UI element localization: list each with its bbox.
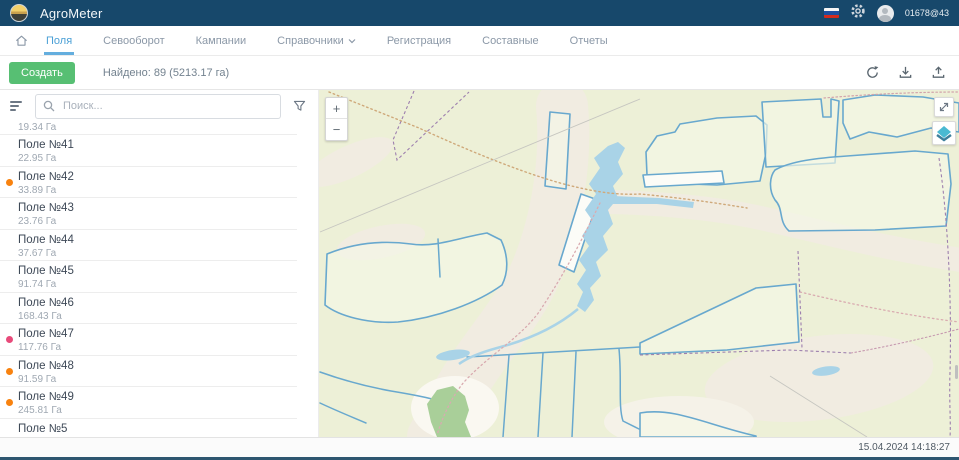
found-count-label: Найдено: 89 (5213.17 га) (103, 67, 229, 79)
field-area: 245.81 Га (18, 405, 297, 416)
download-icon (898, 65, 913, 80)
map-canvas[interactable] (319, 90, 959, 437)
status-dot (6, 399, 13, 406)
field-list: 19.34 Га Поле №41 22.95 Га Поле №42 33.8… (0, 122, 297, 437)
nav-tab[interactable]: Поля (44, 26, 74, 55)
nav-tab-label: Поля (46, 35, 72, 47)
nav-tab[interactable]: Справочники (275, 26, 358, 55)
status-bar: 15.04.2024 14:18:27 (0, 437, 959, 457)
field-list-item[interactable]: Поле №43 23.76 Га (0, 198, 297, 230)
nav-tab-label: Справочники (277, 35, 344, 47)
nav-tab-label: Регистрация (387, 35, 451, 47)
sort-button[interactable] (7, 95, 29, 117)
nav-tab-label: Севооборот (103, 35, 164, 47)
field-name: Поле №44 (18, 234, 297, 246)
home-icon (15, 34, 28, 47)
refresh-icon (865, 65, 880, 80)
map-zoom-control: + − (325, 97, 348, 141)
create-button[interactable]: Создать (9, 62, 75, 84)
field-area: 168.43 Га (18, 311, 297, 322)
refresh-button[interactable] (860, 61, 884, 85)
upload-icon (931, 65, 946, 80)
field-area: 33.89 Га (18, 185, 297, 196)
field-name: Поле №49 (18, 391, 297, 403)
field-list-item[interactable]: Поле №46 168.43 Га (0, 293, 297, 325)
chevron-down-icon (348, 38, 356, 44)
import-button[interactable] (893, 61, 917, 85)
field-name: Поле №42 (18, 171, 297, 183)
field-list-item-partial[interactable]: 19.34 Га (0, 122, 297, 135)
field-area: 22.95 Га (18, 153, 297, 164)
field-list-panel: 19.34 Га Поле №41 22.95 Га Поле №42 33.8… (0, 90, 319, 437)
fullscreen-button[interactable] (934, 97, 954, 117)
main-nav: Поля Севооборот Кампании Справочники Рег… (0, 26, 959, 56)
field-list-item[interactable]: Поле №41 22.95 Га (0, 135, 297, 167)
status-dot (6, 179, 13, 186)
home-button[interactable] (8, 26, 34, 55)
layers-icon (934, 124, 954, 142)
field-name: Поле №48 (18, 360, 297, 372)
app-title: AgroMeter (40, 6, 103, 21)
status-dot (6, 368, 13, 375)
layers-button[interactable] (932, 121, 956, 145)
nav-tab[interactable]: Составные (480, 26, 541, 55)
field-name: Поле №46 (18, 297, 297, 309)
zoom-out-button[interactable]: − (326, 119, 347, 140)
agrometer-app: AgroMeter 01678@43 Поля Севооборот Кампа… (0, 0, 959, 460)
toolbar: Создать Найдено: 89 (5213.17 га) (0, 56, 959, 90)
app-logo-icon (10, 4, 28, 22)
gear-icon[interactable] (850, 3, 866, 24)
field-list-item[interactable]: Поле №42 33.89 Га (0, 167, 297, 199)
field-list-item[interactable]: Поле №47 117.76 Га (0, 324, 297, 356)
user-id: 01678@43 (905, 8, 949, 18)
nav-tab-label: Составные (482, 35, 539, 47)
russia-flag-icon[interactable] (824, 8, 839, 18)
nav-tab[interactable]: Регистрация (385, 26, 453, 55)
map-container[interactable]: + − (319, 90, 959, 437)
zoom-in-button[interactable]: + (326, 98, 347, 119)
field-list-item[interactable]: Поле №44 37.67 Га (0, 230, 297, 262)
field-list-item[interactable]: Поле №5 175.74 Га (0, 419, 297, 438)
user-avatar[interactable] (877, 5, 894, 22)
nav-tab-label: Кампании (196, 35, 247, 47)
field-area: 117.76 Га (18, 342, 297, 353)
filter-button[interactable] (287, 95, 311, 117)
nav-tab[interactable]: Кампании (194, 26, 249, 55)
field-area: 23.76 Га (18, 216, 297, 227)
field-area: 91.59 Га (18, 374, 297, 385)
expand-icon (938, 101, 950, 113)
field-area: 175.74 Га (18, 437, 297, 438)
status-dot (6, 336, 13, 343)
funnel-icon (293, 100, 306, 112)
export-button[interactable] (926, 61, 950, 85)
field-name: Поле №5 (18, 423, 297, 435)
field-name: Поле №43 (18, 202, 297, 214)
nav-tabs: Поля Севооборот Кампании Справочники Рег… (44, 26, 610, 55)
field-area: 37.67 Га (18, 248, 297, 259)
app-header: AgroMeter 01678@43 (0, 0, 959, 26)
field-list-item[interactable]: Поле №49 245.81 Га (0, 387, 297, 419)
nav-tab[interactable]: Отчеты (568, 26, 610, 55)
search-icon (43, 100, 55, 112)
field-name: Поле №41 (18, 139, 297, 151)
nav-tab-label: Отчеты (570, 35, 608, 47)
field-name: Поле №45 (18, 265, 297, 277)
field-area: 91.74 Га (18, 279, 297, 290)
timestamp: 15.04.2024 14:18:27 (858, 442, 950, 453)
field-list-item[interactable]: Поле №48 91.59 Га (0, 356, 297, 388)
field-name: Поле №47 (18, 328, 297, 340)
map-scrollbar-thumb[interactable] (955, 365, 958, 379)
search-input[interactable] (35, 94, 281, 119)
nav-tab[interactable]: Севооборот (101, 26, 166, 55)
field-list-item[interactable]: Поле №45 91.74 Га (0, 261, 297, 293)
